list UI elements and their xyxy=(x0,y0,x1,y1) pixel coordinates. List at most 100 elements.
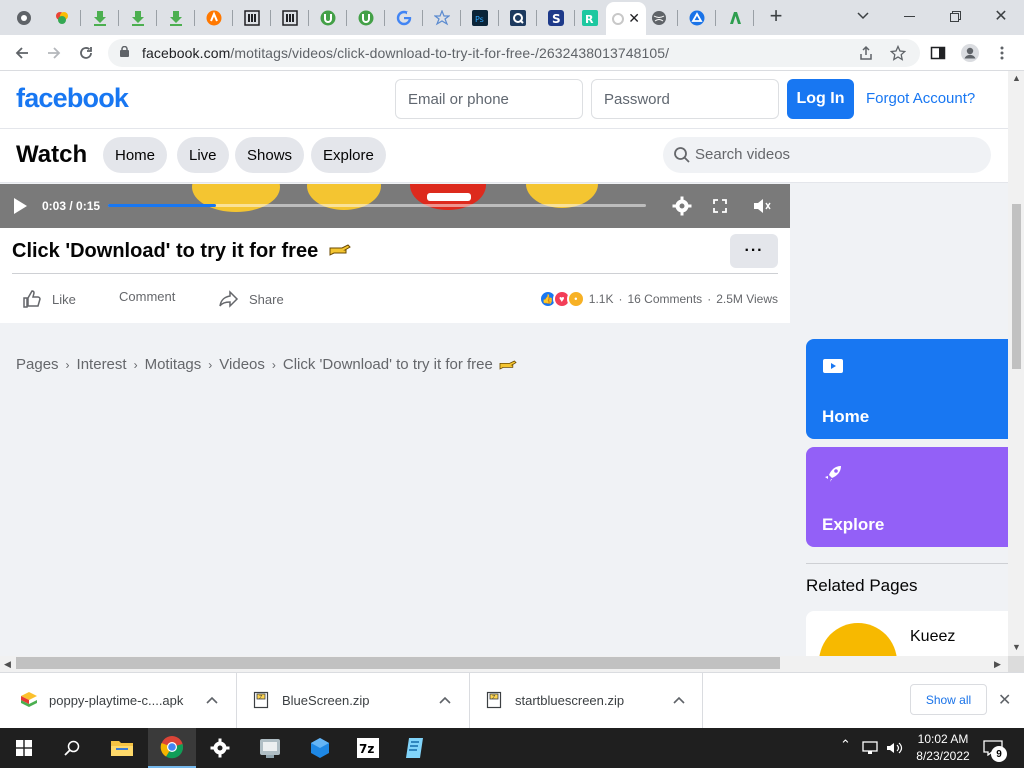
more-options-button[interactable]: ··· xyxy=(730,234,778,268)
close-icon: ✕ xyxy=(998,692,1012,709)
watch-tab-shows[interactable]: Shows xyxy=(235,137,305,173)
scroll-up-arrow-icon[interactable]: ▲ xyxy=(1012,73,1021,83)
watch-home-card[interactable]: Home xyxy=(806,339,1008,439)
tab-search-button[interactable] xyxy=(851,4,875,28)
bookmark-star-icon[interactable] xyxy=(890,45,906,61)
tab-star[interactable] xyxy=(424,4,460,31)
tab-triangle[interactable] xyxy=(679,4,715,31)
taskbar-search-button[interactable] xyxy=(48,728,96,768)
back-button[interactable] xyxy=(10,41,34,65)
horizontal-scrollbar[interactable]: ◀ ▶ xyxy=(0,656,1008,672)
tab-photos[interactable] xyxy=(44,4,80,31)
tab-q[interactable] xyxy=(500,4,536,31)
tab-photoshop[interactable]: Ps xyxy=(462,4,498,31)
system-clock[interactable]: 10:02 AM 8/23/2022 xyxy=(912,731,974,765)
new-tab-button[interactable]: + xyxy=(764,3,788,28)
breadcrumb-pages[interactable]: Pages xyxy=(16,356,59,373)
taskbar-chrome[interactable] xyxy=(148,728,196,768)
fullscreen-button[interactable] xyxy=(709,195,731,217)
video-search-input[interactable]: Search videos xyxy=(663,137,991,173)
taskbar-7zip[interactable]: 7z xyxy=(344,728,392,768)
watch-tab-explore[interactable]: Explore xyxy=(311,137,386,173)
tab-green-leaf[interactable] xyxy=(717,4,753,31)
download-item[interactable]: Z startbluescreen.zip xyxy=(470,673,703,729)
taskbar-app-3[interactable] xyxy=(392,728,440,768)
tab-s[interactable]: S xyxy=(538,4,574,31)
share-icon[interactable] xyxy=(858,45,874,61)
chevron-up-icon[interactable] xyxy=(439,696,451,704)
download-item[interactable]: poppy-playtime-c....apk xyxy=(0,673,237,729)
comments-count[interactable]: 16 Comments xyxy=(627,292,702,306)
like-button[interactable]: Like xyxy=(22,289,76,309)
tray-chevron-up-icon[interactable]: ⌃ xyxy=(840,737,851,753)
close-window-button[interactable]: ✕ xyxy=(989,4,1013,28)
vertical-scrollbar-thumb[interactable] xyxy=(1012,204,1021,369)
side-panel-button[interactable] xyxy=(926,41,950,65)
video-player[interactable]: 0:03 / 0:15 xyxy=(0,184,790,228)
tab-archive-2[interactable] xyxy=(272,4,308,31)
scroll-down-arrow-icon[interactable]: ▼ xyxy=(1012,642,1021,652)
play-icon[interactable] xyxy=(14,198,27,214)
scroll-left-arrow-icon[interactable]: ◀ xyxy=(4,659,11,670)
tab-r[interactable]: R xyxy=(572,4,608,31)
tab-chrome[interactable] xyxy=(6,4,42,31)
close-download-shelf-button[interactable]: ✕ xyxy=(998,690,1011,710)
tab-facebook-active[interactable]: ✕ xyxy=(606,2,646,35)
facebook-logo[interactable]: facebook xyxy=(16,83,129,114)
tab-utorrent-2[interactable] xyxy=(348,4,384,31)
comment-button[interactable]: Comment xyxy=(119,289,175,304)
tab-google[interactable] xyxy=(386,4,422,31)
related-page-name[interactable]: Kueez xyxy=(910,628,955,646)
breadcrumb-videos[interactable]: Videos xyxy=(219,356,265,373)
related-page-avatar[interactable] xyxy=(819,623,897,656)
taskbar-file-explorer[interactable] xyxy=(98,728,146,768)
tab-avast[interactable] xyxy=(196,4,232,31)
mute-button[interactable] xyxy=(751,195,773,217)
forward-button[interactable] xyxy=(42,41,66,65)
watch-home-label: Home xyxy=(822,407,870,426)
vertical-scrollbar[interactable]: ▲ ▼ xyxy=(1008,71,1024,656)
taskbar-settings[interactable] xyxy=(196,728,244,768)
breadcrumb-motitags[interactable]: Motitags xyxy=(145,356,202,373)
show-all-downloads-button[interactable]: Show all xyxy=(910,684,987,715)
reload-button[interactable] xyxy=(74,41,98,65)
tab-download-3[interactable] xyxy=(158,4,194,31)
watch-tab-home[interactable]: Home xyxy=(103,137,168,173)
watch-explore-card[interactable]: Explore xyxy=(806,447,1008,547)
start-button[interactable] xyxy=(0,728,48,768)
related-page-card[interactable]: Kueez xyxy=(806,611,1008,656)
tab-archive-1[interactable] xyxy=(234,4,270,31)
chevron-up-icon[interactable] xyxy=(673,696,685,704)
taskbar-app-2[interactable] xyxy=(296,728,344,768)
password-field[interactable] xyxy=(591,79,779,119)
share-button[interactable]: Share xyxy=(219,289,284,309)
video-progress-bar[interactable] xyxy=(108,204,646,207)
chevron-up-icon[interactable] xyxy=(206,696,218,704)
horizontal-scrollbar-thumb[interactable] xyxy=(16,657,780,669)
reactions-count[interactable]: 1.1K xyxy=(589,292,614,306)
restore-button[interactable] xyxy=(943,4,967,28)
scroll-right-arrow-icon[interactable]: ▶ xyxy=(994,659,1001,670)
tab-download-1[interactable] xyxy=(82,4,118,31)
omnibox[interactable]: facebook.com/motitags/videos/click-downl… xyxy=(108,39,920,67)
login-button[interactable]: Log In xyxy=(787,79,854,119)
minimize-button[interactable] xyxy=(897,4,921,28)
network-icon[interactable] xyxy=(862,741,880,755)
video-settings-button[interactable] xyxy=(671,195,693,217)
watch-tab-live[interactable]: Live xyxy=(177,137,229,173)
breadcrumb-interest[interactable]: Interest xyxy=(77,356,127,373)
email-field[interactable] xyxy=(395,79,583,119)
download-item[interactable]: Z BlueScreen.zip xyxy=(237,673,470,729)
volume-icon[interactable] xyxy=(886,741,904,755)
profile-button[interactable] xyxy=(958,41,982,65)
tab-download-2[interactable] xyxy=(120,4,156,31)
tab-utorrent-1[interactable] xyxy=(310,4,346,31)
share-arrow-icon xyxy=(219,290,239,308)
photos-icon xyxy=(56,11,68,24)
taskbar-app-1[interactable] xyxy=(246,728,294,768)
tab-globe[interactable] xyxy=(641,4,677,31)
browser-menu-button[interactable] xyxy=(990,41,1014,65)
share-label: Share xyxy=(249,291,284,307)
forgot-account-link[interactable]: Forgot Account? xyxy=(866,90,975,107)
close-tab-icon[interactable]: ✕ xyxy=(628,10,640,27)
